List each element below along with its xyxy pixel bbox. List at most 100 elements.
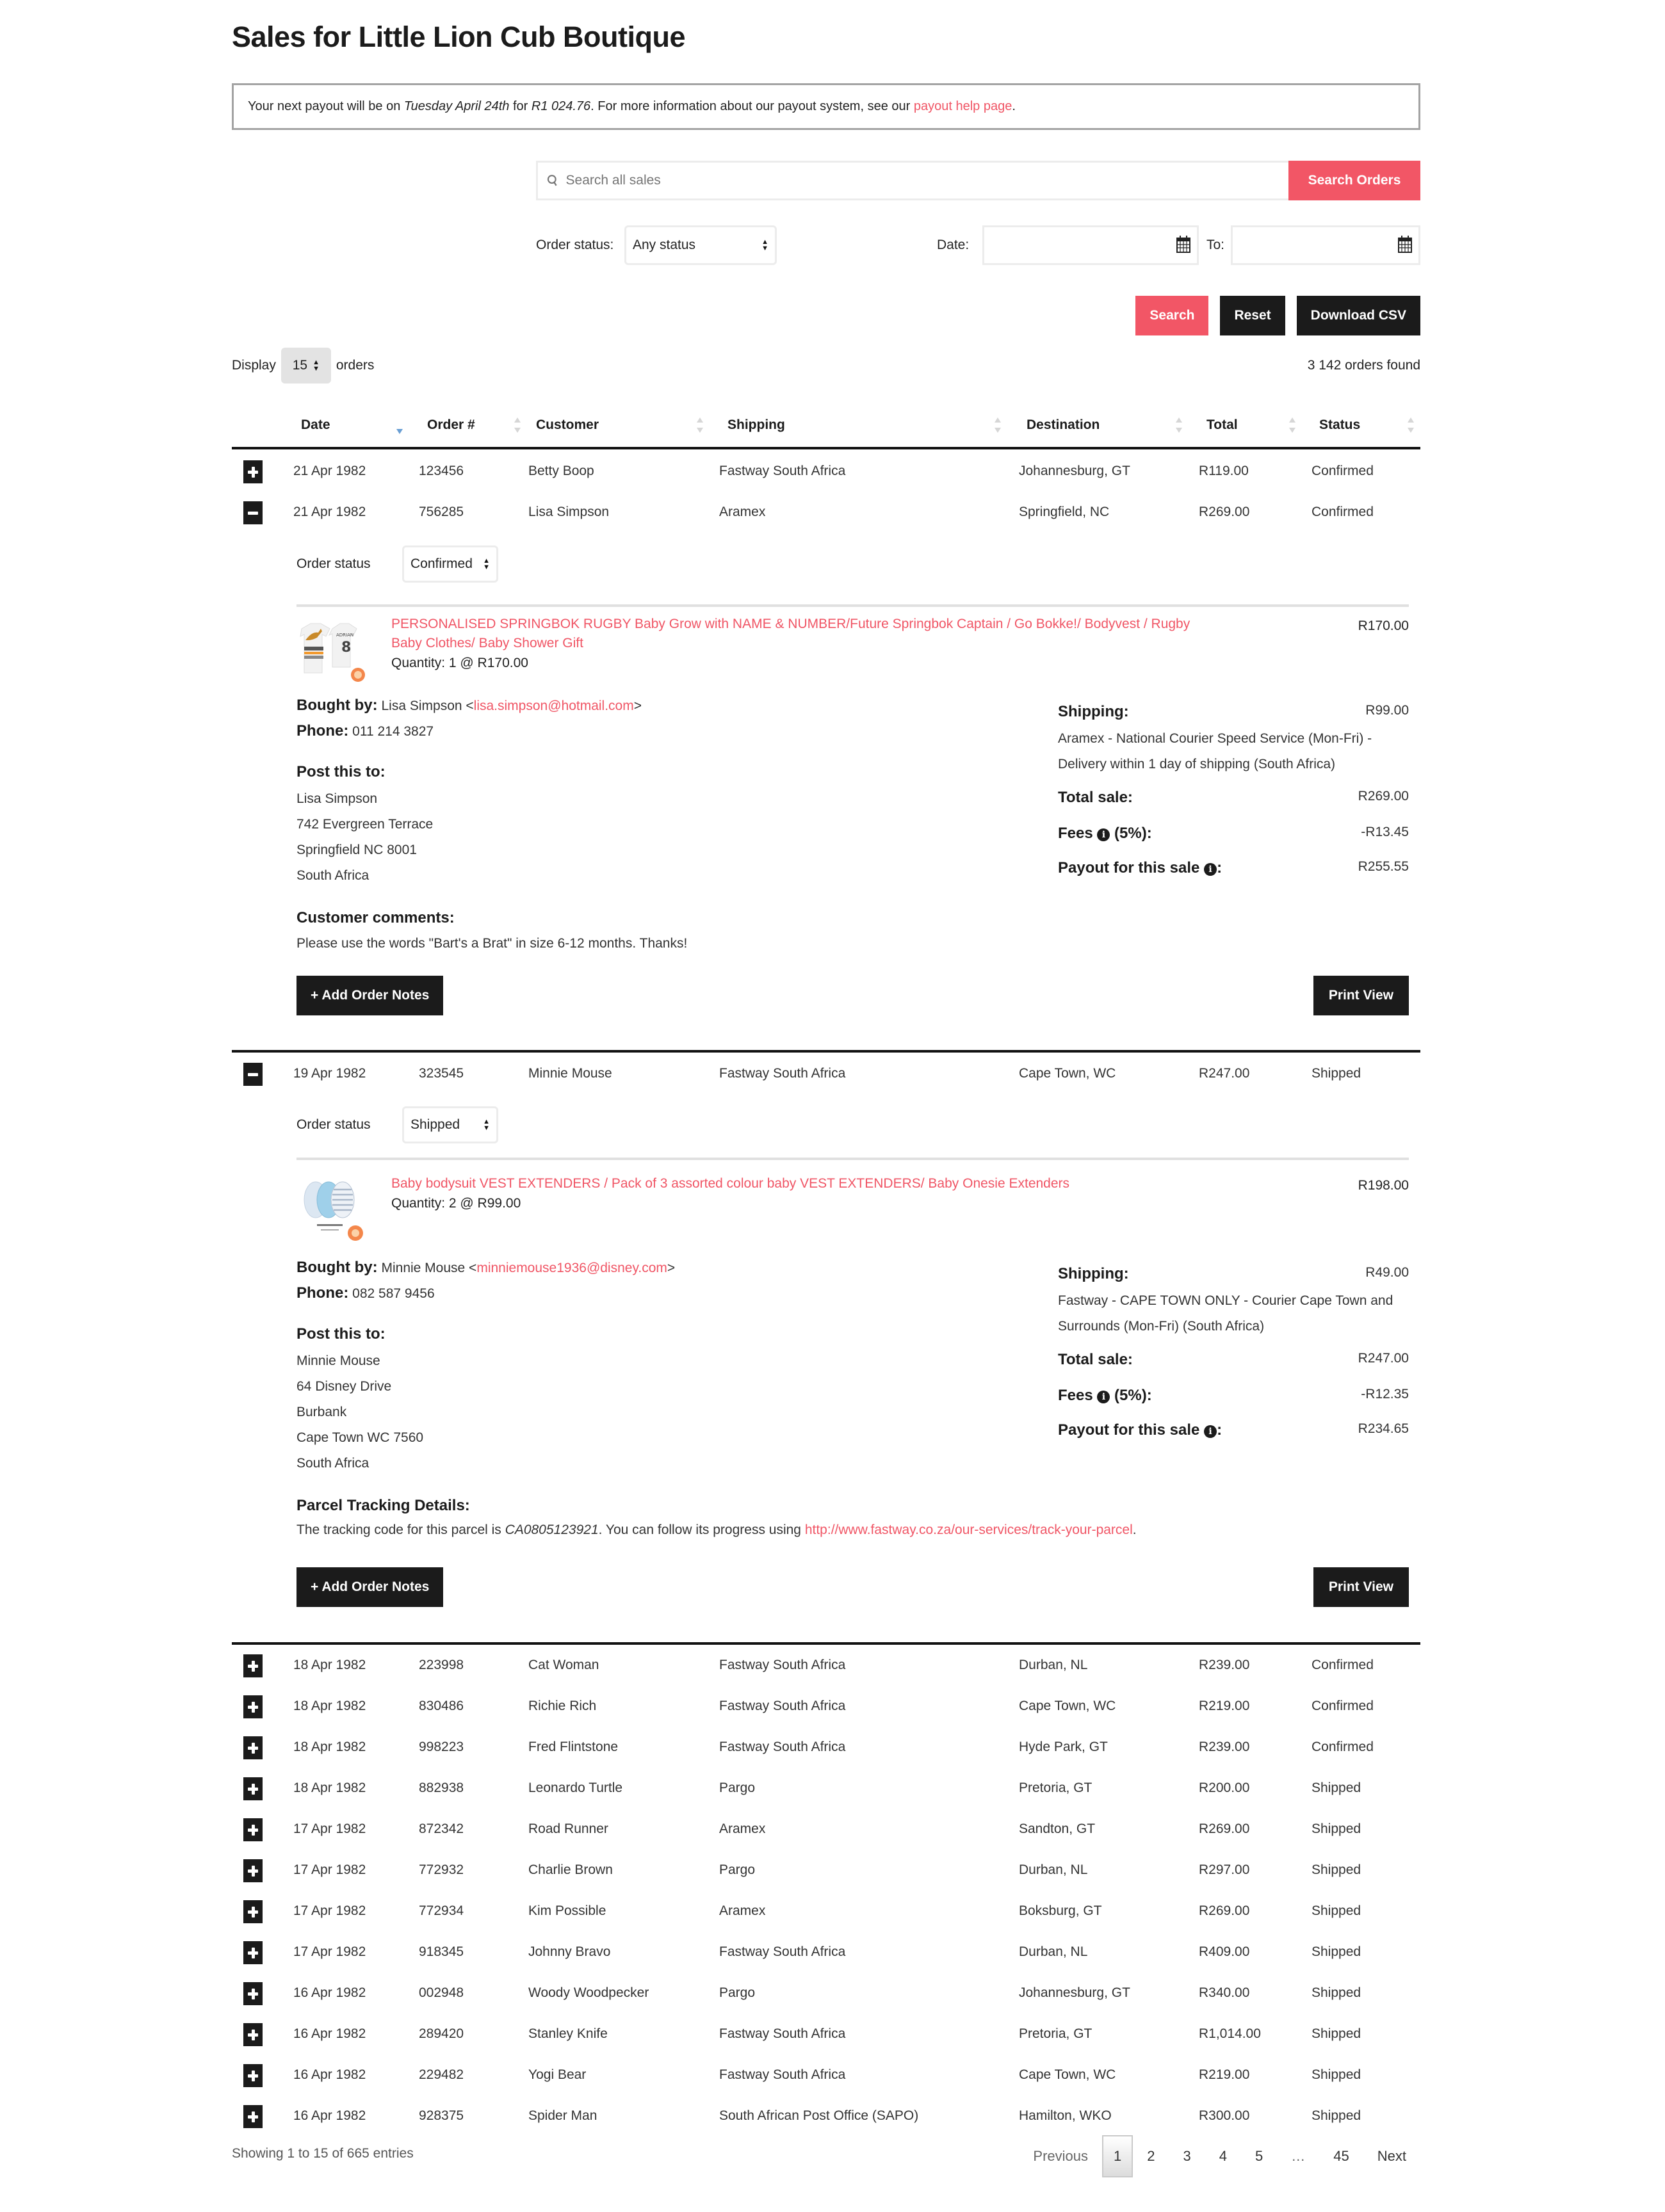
buyer-name: Lisa Simpson [381,698,462,713]
pagination-page[interactable]: 45 [1319,2135,1363,2177]
order-status-select[interactable]: Shipped ▲ ▼ [402,1106,498,1143]
display-prefix: Display [232,358,276,373]
search-orders-button[interactable]: Search Orders [1288,161,1420,200]
pagination-page[interactable]: 4 [1205,2135,1241,2177]
add-order-notes-button[interactable]: + Add Order Notes [296,976,444,1015]
expand-row-icon[interactable] [243,1859,263,1882]
pagination-next[interactable]: Next [1363,2135,1420,2177]
expand-row-icon[interactable] [243,1777,263,1800]
destination: Durban, NL [1019,1944,1088,1959]
order-status-select[interactable]: Any status ▲ ▼ [624,225,777,265]
table-row[interactable]: 17 Apr 1982 918345 Johnny Bravo Fastway Sou… [232,1936,1420,1968]
buyer-email-link[interactable]: lisa.simpson@hotmail.com [474,698,634,713]
column-header-total[interactable]: Total [1206,403,1238,447]
pagination-previous[interactable]: Previous [1019,2135,1102,2177]
expand-row-icon[interactable] [243,1900,263,1923]
sort-desc-icon[interactable] [396,416,403,434]
payout-help-link[interactable]: payout help page [914,99,1012,114]
search-input[interactable] [565,173,1288,188]
table-row[interactable]: 21 Apr 1982 123456 Betty Boop Fastway South… [232,455,1420,487]
product-title-link[interactable]: Baby bodysuit VEST EXTENDERS / Pack of 3… [391,1174,1224,1193]
sort-icon[interactable] [514,416,521,434]
collapse-row-icon[interactable] [243,501,263,524]
add-order-notes-button[interactable]: + Add Order Notes [296,1567,444,1607]
tracking-link[interactable]: http://www.fastway.co.za/our-services/tr… [805,1522,1133,1537]
order-date: 17 Apr 1982 [293,1862,366,1877]
select-arrows-icon: ▲ ▼ [761,238,768,252]
order-date: 16 Apr 1982 [293,2026,366,2041]
expand-row-icon[interactable] [243,2023,263,2046]
expand-row-icon[interactable] [243,2105,263,2128]
pagination-page[interactable]: 1 [1102,2135,1133,2177]
table-row[interactable]: 17 Apr 1982 772932 Charlie Brown Pargo Durba… [232,1854,1420,1886]
shipping-method: Fastway South Africa [719,1740,846,1754]
shipping-method: Fastway South Africa [719,1699,846,1713]
calendar-icon[interactable] [1176,235,1190,253]
sort-icon[interactable] [994,416,1002,434]
shipping-method: South African Post Office (SAPO) [719,2108,919,2123]
download-csv-button[interactable]: Download CSV [1296,296,1420,335]
customer-name: Spider Man [528,2108,597,2123]
info-icon[interactable]: i [1097,828,1110,841]
info-icon[interactable]: i [1204,1425,1217,1438]
info-icon[interactable]: i [1204,863,1217,876]
table-row[interactable]: 19 Apr 1982 323545 Minnie Mouse Fastway Sou… [232,1058,1420,1090]
expand-row-icon[interactable] [243,1736,263,1759]
pagination-ellipsis: … [1291,2148,1306,2164]
sort-icon[interactable] [1175,416,1183,434]
column-header-date[interactable]: Date [301,403,330,447]
table-row[interactable]: 21 Apr 1982 756285 Lisa Simpson Aramex Sprin… [232,496,1420,528]
expand-row-icon[interactable] [243,1982,263,2005]
table-row[interactable]: 18 Apr 1982 998223 Fred Flintstone Fastway … [232,1731,1420,1763]
sort-icon[interactable] [1288,416,1296,434]
table-row[interactable]: 18 Apr 1982 830486 Richie Rich Fastway Sout… [232,1690,1420,1722]
expand-row-icon[interactable] [243,2064,263,2087]
order-date: 18 Apr 1982 [293,1658,366,1672]
expand-row-icon[interactable] [243,1941,263,1964]
calendar-icon[interactable] [1398,235,1412,253]
sort-icon[interactable] [696,416,704,434]
expand-row-icon[interactable] [243,1818,263,1841]
expand-row-icon[interactable] [243,1654,263,1677]
collapse-row-icon[interactable] [243,1063,263,1086]
pagination-page[interactable]: 3 [1169,2135,1205,2177]
shipping-description: Delivery within 1 day of shipping (South… [1058,757,1336,771]
page-size-select[interactable]: 15 ▲ ▼ [280,348,331,383]
order-number: 123456 [419,464,464,478]
column-header-destination[interactable]: Destination [1027,403,1100,447]
pagination-page[interactable]: 5 [1241,2135,1277,2177]
product-title-link[interactable]: PERSONALISED SPRINGBOK RUGBY Baby Grow w… [391,615,1224,653]
table-row[interactable]: 16 Apr 1982 002948 Woody Woodpecker Pargo Jo… [232,1977,1420,2009]
date-from-input[interactable] [982,225,1199,265]
column-header-shipping[interactable]: Shipping [727,403,785,447]
tracking-text: The tracking code for this parcel is CA0… [296,1522,1137,1538]
notice-mid: for [512,99,528,113]
buyer-email-link[interactable]: minniemouse1936@disney.com [476,1261,667,1275]
table-row[interactable]: 16 Apr 1982 289420 Stanley Knife Fastway So… [232,2018,1420,2050]
table-row[interactable]: 18 Apr 1982 223998 Cat Woman Fastway South … [232,1649,1420,1681]
table-row[interactable]: 16 Apr 1982 928375 Spider Man South African… [232,2100,1420,2132]
date-to-input[interactable] [1231,225,1420,265]
table-row[interactable]: 16 Apr 1982 229482 Yogi Bear Fastway South … [232,2059,1420,2091]
search-button[interactable]: Search [1135,296,1209,335]
customer-comments-text: Please use the words "Bart's a Brat" in … [296,936,688,951]
expand-row-icon[interactable] [243,1695,263,1718]
table-row[interactable]: 17 Apr 1982 772934 Kim Possible Aramex Boksb… [232,1895,1420,1927]
order-status: Shipped [1312,1985,1361,2000]
reset-button[interactable]: Reset [1220,296,1285,335]
pagination-page[interactable]: 2 [1133,2135,1169,2177]
destination: Cape Town, WC [1019,1066,1116,1081]
column-header-status[interactable]: Status [1319,403,1360,447]
expand-row-icon[interactable] [243,460,263,483]
order-status-select[interactable]: Confirmed ▲ ▼ [402,545,498,583]
toggle-bar [248,1073,258,1076]
table-row[interactable]: 18 Apr 1982 882938 Leonardo Turtle Pargo Pre… [232,1772,1420,1804]
column-header-order-number[interactable]: Order # [427,403,475,447]
sort-icon[interactable] [1407,416,1415,434]
column-header-customer[interactable]: Customer [536,403,599,447]
info-icon[interactable]: i [1097,1391,1110,1403]
print-view-button[interactable]: Print View [1313,1567,1409,1607]
print-view-button[interactable]: Print View [1313,976,1409,1015]
customer-name: Kim Possible [528,1903,606,1918]
table-row[interactable]: 17 Apr 1982 872342 Road Runner Aramex Sandto… [232,1813,1420,1845]
